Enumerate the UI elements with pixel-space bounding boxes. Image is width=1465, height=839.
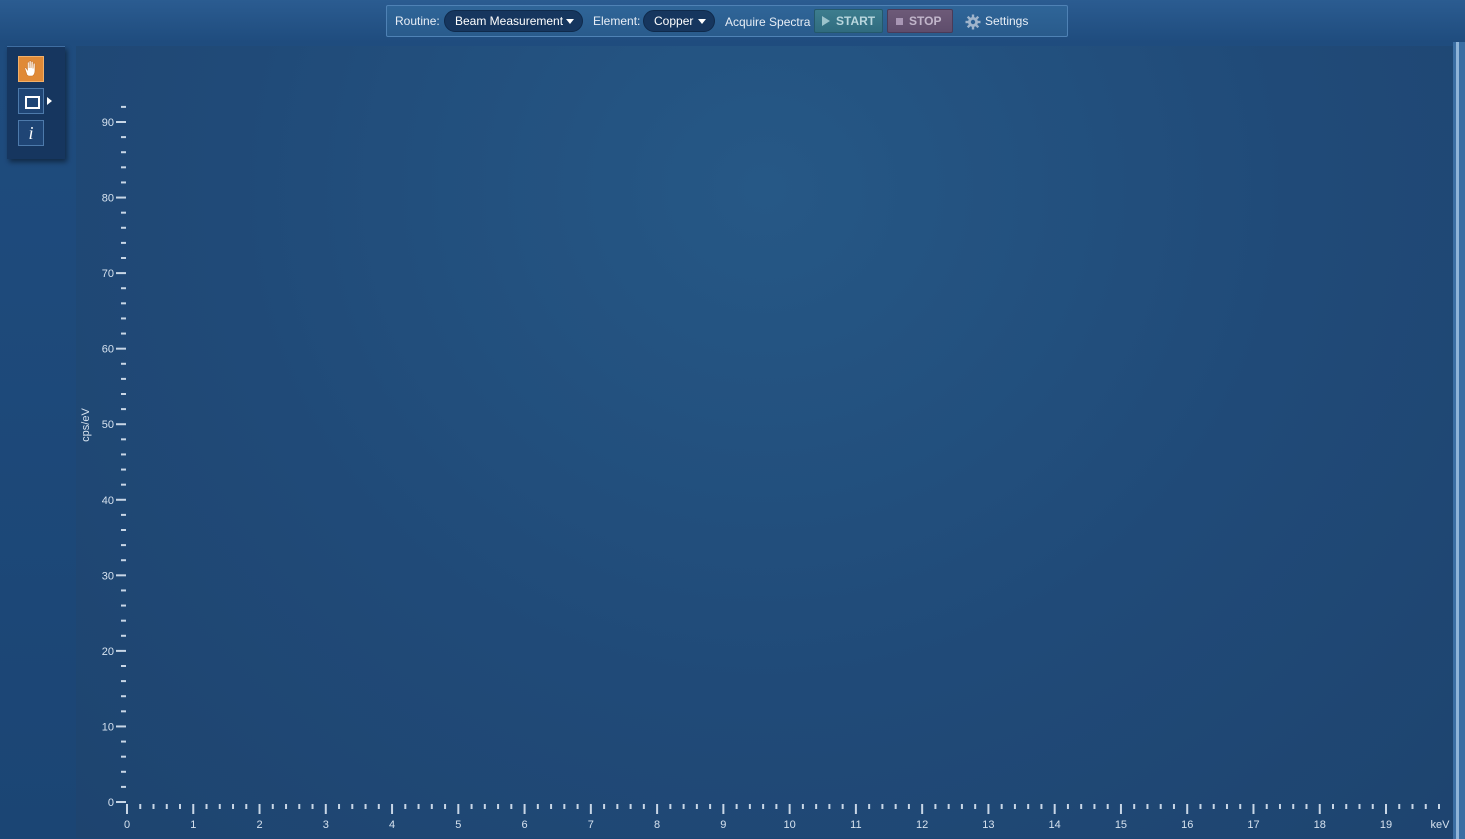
x-tick-label: 2 bbox=[256, 819, 262, 831]
y-axis: 0 10 20 30 40 50 60 70 80 90 bbox=[102, 105, 126, 809]
x-tick-label: 8 bbox=[654, 819, 660, 831]
y-tick-label: 40 bbox=[102, 495, 114, 507]
x-tick-label: 17 bbox=[1247, 819, 1259, 831]
y-tick-label: 50 bbox=[102, 419, 114, 431]
x-tick-label: 4 bbox=[389, 819, 395, 831]
y-tick-label: 80 bbox=[102, 193, 114, 205]
x-tick-label: 6 bbox=[522, 819, 528, 831]
y-axis-label: cps/eV bbox=[80, 408, 92, 442]
x-tick-label: 16 bbox=[1181, 819, 1193, 831]
x-tick-label: 18 bbox=[1314, 819, 1326, 831]
x-tick-label: 11 bbox=[850, 819, 861, 831]
y-tick-label: 70 bbox=[102, 268, 114, 280]
x-tick-label: 15 bbox=[1115, 819, 1127, 831]
x-tick-label: 3 bbox=[323, 819, 329, 831]
x-tick-label: 19 bbox=[1380, 819, 1392, 831]
x-tick-label: 14 bbox=[1049, 819, 1061, 831]
x-tick-label: 0 bbox=[124, 819, 130, 831]
y-tick-label: 10 bbox=[102, 721, 114, 733]
x-tick-label: 5 bbox=[455, 819, 461, 831]
y-tick-label: 20 bbox=[102, 646, 114, 658]
y-tick-label: 0 bbox=[108, 797, 114, 809]
x-axis-label: keV bbox=[1431, 819, 1451, 831]
x-tick-label: 9 bbox=[720, 819, 726, 831]
app-window: Routine: Beam Measurement Element: Coppe… bbox=[0, 0, 1465, 839]
y-tick-label: 90 bbox=[102, 117, 114, 129]
x-tick-label: 1 bbox=[190, 819, 196, 831]
x-tick-label: 12 bbox=[916, 819, 928, 831]
x-tick-label: 13 bbox=[982, 819, 994, 831]
y-tick-label: 60 bbox=[102, 344, 114, 356]
x-axis: 0 1 2 3 4 5 6 7 8 9 10 11 12 13 14 15 16 17 18 19 bbox=[124, 804, 1441, 831]
spectrum-chart: 0102030405060708090 0 1 2 3 4 5 6 7 8 9 10 11 12 13 14… bbox=[80, 105, 1451, 831]
x-tick-label: 10 bbox=[784, 819, 796, 831]
x-tick-label: 7 bbox=[588, 819, 594, 831]
y-tick-label: 30 bbox=[102, 570, 114, 582]
